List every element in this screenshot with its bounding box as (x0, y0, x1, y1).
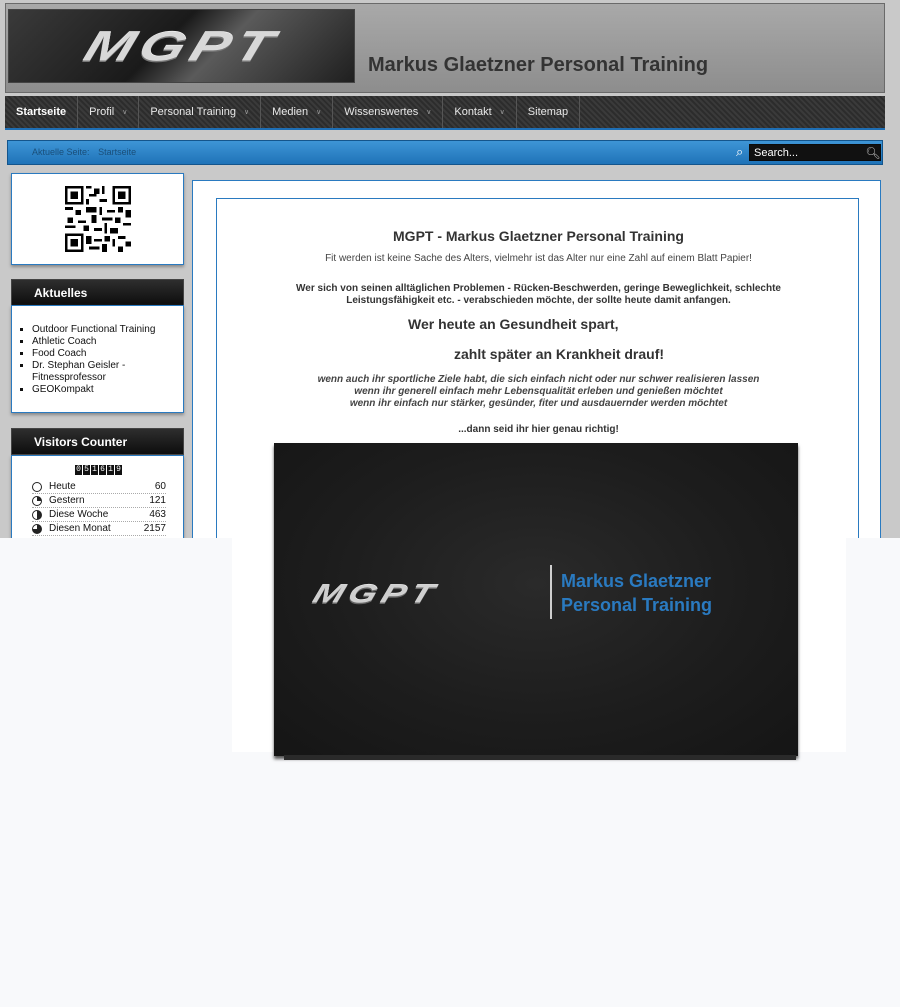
stat-value: 60 (154, 481, 166, 492)
quarter-circle-icon (32, 495, 42, 506)
chevron-down-icon: ∨ (426, 109, 432, 116)
counter-digits: 0 5 1 6 1 9 (75, 465, 123, 475)
counter-digit: 1 (107, 465, 114, 475)
nav-label: Medien (272, 106, 309, 118)
search-icon: ⌕ (736, 144, 744, 159)
site-header: MGPT Markus Glaetzner Personal Training (5, 3, 885, 93)
nav-item-profil[interactable]: Profil ∨ (78, 96, 140, 128)
article-slogan-line-2: zahlt später an Krankheit drauf! (454, 346, 665, 362)
visitors-counter-module: 0 5 1 6 1 9 Heute 60 Gestern 121 Diese W… (11, 455, 184, 545)
slide-company-name: Markus Glaetzner Personal Training (561, 569, 712, 617)
nav-label: Personal Training (150, 106, 236, 118)
stat-row-month: Diesen Monat 2157 (32, 522, 166, 536)
news-item[interactable]: Food Coach (32, 348, 183, 360)
nav-item-startseite[interactable]: Startseite (5, 96, 79, 128)
chevron-down-icon: ∨ (243, 109, 250, 116)
nav-item-sitemap[interactable]: Sitemap (517, 96, 581, 128)
three-quarter-circle-icon (32, 523, 42, 534)
logo-text: MGPT (78, 22, 285, 70)
breadcrumb-bar: Aktuelle Seite: Startseite ⌕ 🔍︎ (7, 140, 883, 165)
counter-digit: 5 (83, 465, 90, 475)
slide-name-line: Personal Training (561, 595, 713, 615)
stat-value: 2157 (143, 523, 166, 534)
qr-code-module (11, 173, 184, 265)
nav-label: Kontakt (454, 106, 492, 118)
empty-circle-icon (32, 481, 42, 492)
news-list: Outdoor Functional Training Athletic Coa… (12, 324, 183, 396)
site-logo[interactable]: MGPT (8, 9, 355, 83)
breadcrumb: Aktuelle Seite: Startseite (32, 147, 142, 157)
counter-digit: 6 (99, 465, 106, 475)
stat-row-yesterday: Gestern 121 (32, 494, 166, 508)
article-intro: Wer sich von seinen alltäglichen Problem… (296, 283, 781, 306)
nav-label: Startseite (16, 106, 67, 118)
search-submit-icon[interactable]: 🔍︎ (865, 144, 881, 161)
nav-item-wissenswertes[interactable]: Wissenswertes ∨ (333, 96, 444, 128)
news-item[interactable]: Outdoor Functional Training (32, 324, 183, 336)
article-title: MGPT - Markus Glaetzner Personal Trainin… (393, 228, 684, 244)
news-module: Outdoor Functional Training Athletic Coa… (11, 305, 184, 413)
nav-label: Profil (89, 106, 115, 118)
stat-label: Diese Woche (49, 509, 109, 520)
nav-item-kontakt[interactable]: Kontakt ∨ (443, 96, 517, 128)
benefit-line: wenn ihr generell einfach mehr Lebensqua… (354, 386, 723, 397)
chevron-down-icon: ∨ (499, 109, 505, 116)
news-item[interactable]: Dr. Stephan Geisler - Fitnessprofessor (32, 360, 183, 384)
nav-label: Sitemap (527, 106, 569, 118)
slideshow-image[interactable]: MGPT Markus Glaetzner Personal Training (274, 443, 798, 756)
visitors-counter-title: Visitors Counter (11, 428, 184, 455)
stat-row-week: Diese Woche 463 (32, 508, 166, 522)
search-input[interactable] (749, 144, 881, 161)
counter-digit: 0 (75, 465, 82, 475)
chevron-down-icon: ∨ (316, 109, 322, 116)
article-subtitle: Fit werden ist keine Sache des Alters, v… (325, 253, 752, 264)
slideshow-shadow (284, 755, 796, 760)
counter-digit: 1 (91, 465, 98, 475)
stat-label: Diesen Monat (49, 523, 111, 534)
slide-logo-text: MGPT (309, 578, 443, 609)
stat-row-today: Heute 60 (32, 480, 166, 494)
news-item[interactable]: Athletic Coach (32, 336, 183, 348)
counter-digit: 9 (115, 465, 122, 475)
chevron-down-icon: ∨ (122, 109, 128, 116)
article-closing: ...dann seid ihr hier genau richtig! (458, 424, 619, 435)
stat-value: 121 (149, 495, 166, 506)
news-module-title: Aktuelles (11, 279, 184, 306)
half-circle-icon (32, 509, 42, 520)
stat-label: Heute (49, 481, 76, 492)
benefit-line: wenn ihr einfach nur stärker, gesünder, … (349, 398, 728, 409)
breadcrumb-current[interactable]: Startseite (98, 147, 136, 157)
article-benefits: wenn auch ihr sportliche Ziele habt, die… (217, 374, 860, 410)
benefit-line: wenn auch ihr sportliche Ziele habt, die… (317, 374, 760, 385)
article-slogan-line-1: Wer heute an Gesundheit spart, (408, 316, 619, 332)
news-item[interactable]: GEOKompakt (32, 384, 183, 396)
breadcrumb-label: Aktuelle Seite: (32, 147, 90, 157)
stat-label: Gestern (49, 495, 85, 506)
slide-divider (550, 565, 552, 619)
site-title: Markus Glaetzner Personal Training (368, 54, 709, 76)
slide-name-line: Markus Glaetzner (561, 571, 712, 591)
qr-code-image[interactable] (64, 186, 131, 252)
nav-item-medien[interactable]: Medien ∨ (261, 96, 334, 128)
nav-label: Wissenswertes (344, 106, 419, 118)
nav-item-personal-training[interactable]: Personal Training ∨ (139, 96, 262, 128)
stat-value: 463 (149, 509, 166, 520)
main-navigation: Startseite Profil ∨ Personal Training ∨ Me… (5, 96, 885, 130)
